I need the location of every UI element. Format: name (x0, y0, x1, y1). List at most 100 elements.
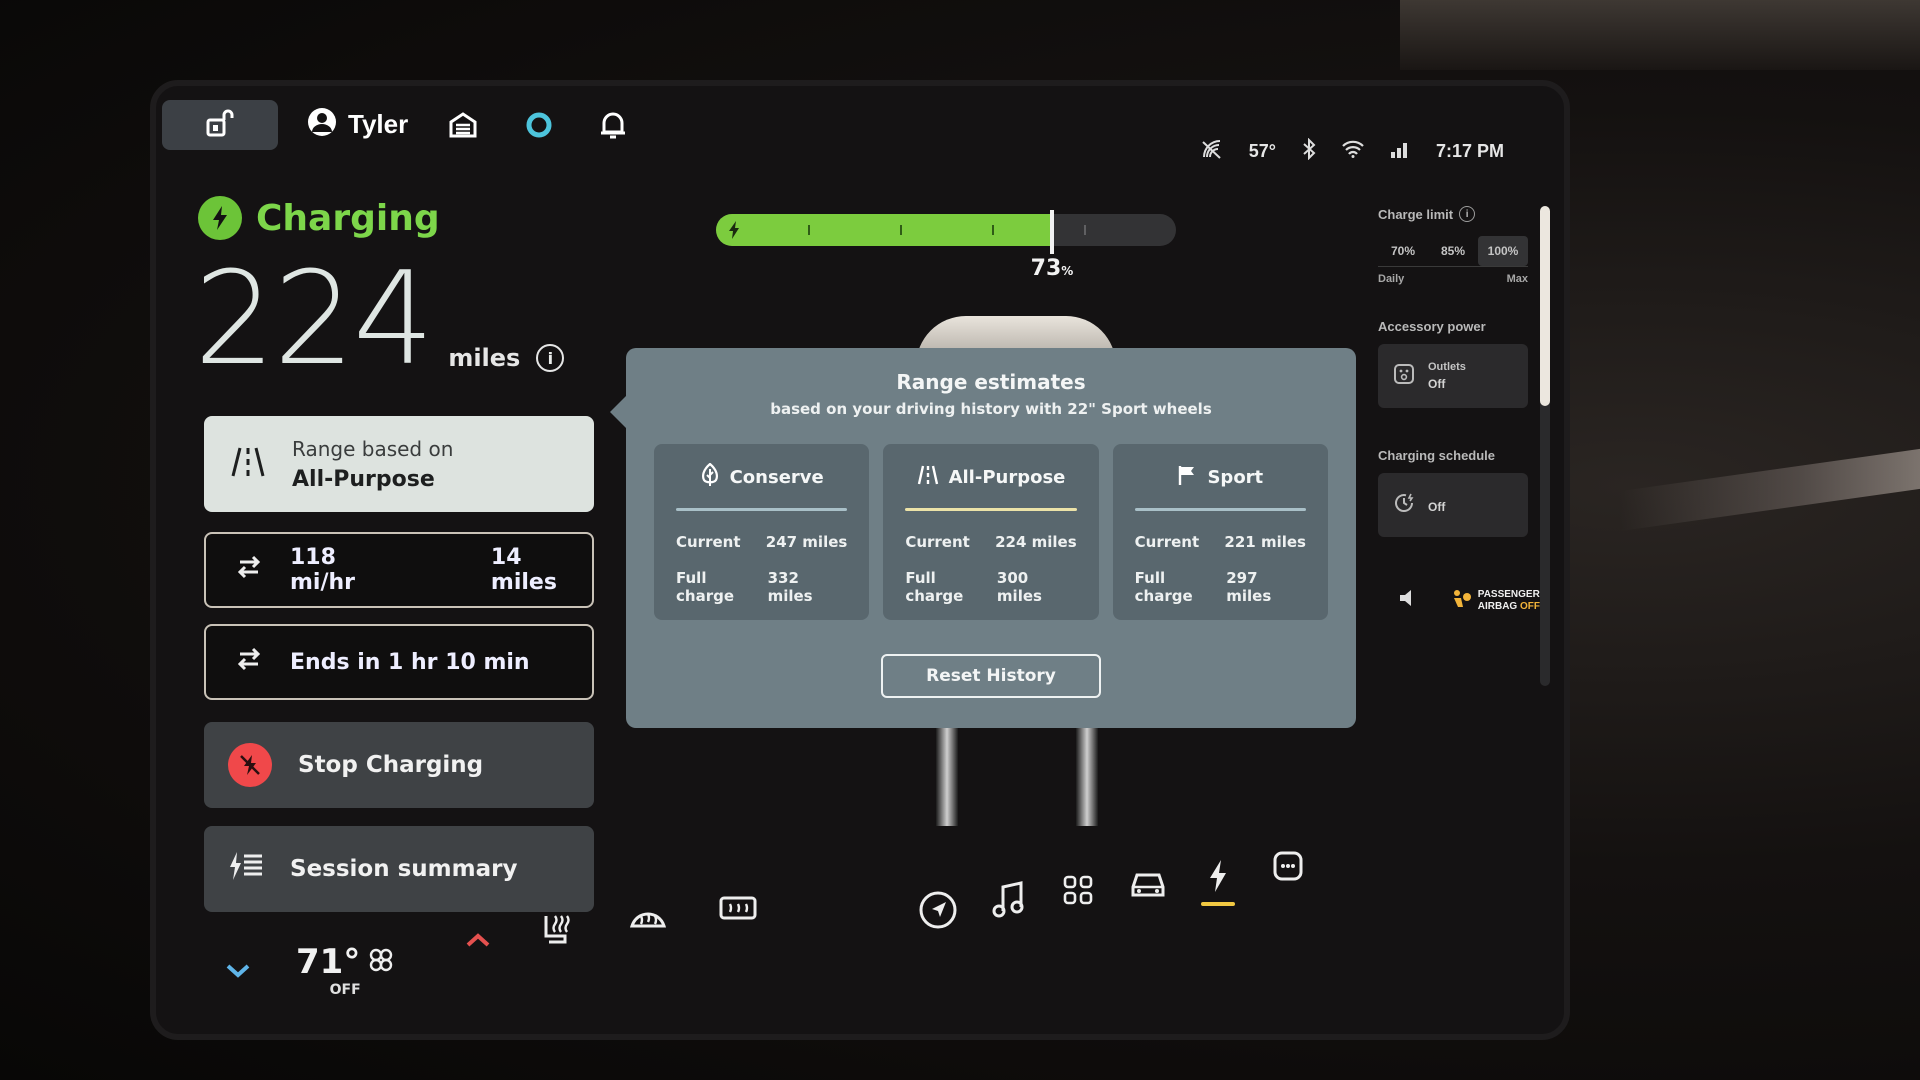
bolt-icon (728, 221, 740, 243)
session-summary-label: Session summary (290, 856, 518, 882)
volume-icon[interactable] (1398, 587, 1420, 614)
charging-status-label: Charging (256, 197, 440, 239)
charge-tick (808, 225, 810, 235)
charge-limit-option-selected[interactable]: 100% (1478, 236, 1528, 266)
dashboard-top-trim (1400, 0, 1920, 70)
airbag-label-1: PASSENGER (1477, 588, 1540, 600)
range-mode-button[interactable]: Range based on All-Purpose (204, 416, 594, 512)
charging-settings-panel: Charge limit i 70% 85% 100% Daily Max Ac… (1378, 206, 1528, 537)
charge-end-card[interactable]: Ends in 1 hr 10 min (204, 624, 594, 700)
reset-history-button[interactable]: Reset History (881, 654, 1101, 698)
cabin-temperature: 71° (296, 942, 361, 982)
music-icon (991, 881, 1025, 923)
rear-defrost-icon (718, 894, 758, 930)
infotainment-screen: Tyler 57° 7:17 PM Charging 224 miles i R… (150, 80, 1570, 1040)
leaf-icon (700, 462, 720, 492)
charge-level-marker (1050, 210, 1054, 254)
schedule-clock-icon (1392, 491, 1416, 520)
climate-expand-button[interactable] (216, 950, 260, 994)
front-defrost-button[interactable] (626, 900, 670, 944)
range-mode-conserve[interactable]: Conserve Current 247 miles Full charge 332… (654, 444, 870, 620)
charge-percent-suffix: % (1061, 264, 1074, 278)
current-value: 221 miles (1224, 533, 1306, 551)
range-mode-cards: Conserve Current 247 miles Full charge 332… (654, 444, 1328, 620)
notifications-button[interactable] (596, 110, 630, 144)
dock-vehicle[interactable] (1126, 864, 1170, 908)
notification-bell-icon (599, 110, 627, 144)
charge-rate-card[interactable]: 118 mi/hr 14 miles (204, 532, 594, 608)
bluetooth-icon (1302, 137, 1316, 165)
charge-limit-option[interactable]: 85% (1428, 236, 1478, 266)
stop-charging-button[interactable]: Stop Charging (204, 722, 594, 808)
charge-limit-info-icon[interactable]: i (1459, 206, 1476, 222)
bottom-dock: 71° OFF (156, 851, 1564, 1034)
seat-heat-button[interactable] (536, 910, 580, 954)
airbag-label-2: AIRBAG (1477, 600, 1518, 612)
top-bar: Tyler 57° 7:17 PM (156, 86, 1564, 176)
outlets-label: Outlets (1428, 361, 1466, 373)
assistant-button[interactable] (522, 110, 556, 144)
current-label: Current (1134, 533, 1200, 551)
lock-button[interactable] (162, 100, 278, 150)
current-value: 247 miles (765, 533, 848, 551)
chevron-down-icon (224, 960, 252, 984)
current-label: Current (905, 533, 970, 551)
stop-charging-label: Stop Charging (298, 752, 484, 778)
accessory-power-label: Accessory power (1378, 319, 1486, 334)
max-label: Max (1506, 273, 1528, 285)
vehicle-render-detail (936, 726, 958, 826)
fan-icon (368, 947, 394, 977)
charge-percent: 73% (1031, 256, 1074, 281)
session-summary-icon (228, 850, 264, 888)
garage-icon (448, 110, 478, 144)
passenger-airbag-indicator: PASSENGER AIRBAG OFF (1398, 587, 1540, 614)
range-mode-all-purpose[interactable]: All-Purpose Current 224 miles Full charge… (883, 444, 1099, 620)
settings-scrollbar[interactable] (1540, 206, 1550, 686)
outlet-icon (1392, 362, 1416, 391)
range-estimates-popover: Range estimates based on your driving hi… (610, 348, 1356, 728)
dock-active-indicator (1201, 902, 1235, 906)
mode-divider-selected (905, 508, 1077, 511)
scrollbar-thumb[interactable] (1540, 206, 1550, 406)
climate-control[interactable]: 71° OFF (296, 942, 394, 998)
charging-schedule-toggle[interactable]: Off (1378, 473, 1528, 537)
charging-icon (1206, 858, 1230, 898)
full-charge-label: Full charge (905, 569, 964, 605)
range-mode-sport[interactable]: Sport Current 221 miles Full charge 297 mi… (1112, 444, 1328, 620)
charging-schedule-value: Off (1428, 500, 1446, 514)
apps-icon (1062, 874, 1094, 910)
dock-apps[interactable] (1056, 870, 1100, 914)
dock-charging[interactable] (1196, 856, 1240, 900)
charge-limit-label: Charge limit (1378, 206, 1454, 222)
range-mode-value: All-Purpose (292, 466, 435, 492)
full-charge-value: 300 miles (996, 569, 1042, 605)
dock-navigation[interactable] (916, 890, 960, 934)
navigation-icon (918, 890, 958, 934)
wifi-icon (1342, 140, 1364, 163)
range-readout: 224 miles i (194, 256, 565, 384)
road-icon (917, 464, 939, 491)
daily-label: Daily (1378, 273, 1405, 285)
outlets-toggle[interactable]: Outlets Off (1378, 344, 1528, 408)
road-icon (230, 444, 266, 484)
range-estimates-subtitle: based on your driving history with 22" S… (770, 400, 1212, 418)
charge-limit-option[interactable]: 70% (1378, 236, 1428, 266)
airbag-state: OFF (1520, 600, 1540, 612)
vehicle-icon (1129, 869, 1167, 903)
profile-button[interactable]: Tyler (306, 106, 408, 142)
charge-tick (900, 225, 902, 235)
garage-button[interactable] (446, 110, 480, 144)
connectivity-off-icon (1201, 138, 1223, 165)
dock-music[interactable] (986, 880, 1030, 924)
miles-added: 14 miles (490, 545, 557, 595)
charging-status: Charging (198, 196, 440, 240)
rear-defrost-button[interactable] (716, 890, 760, 934)
full-charge-value: 297 miles (1226, 569, 1272, 605)
profile-icon (306, 106, 338, 142)
range-info-icon[interactable]: i (536, 344, 565, 372)
temperature-up-button[interactable] (456, 920, 500, 964)
mode-name: Sport (1207, 466, 1264, 488)
charge-ends-in: Ends in 1 hr 10 min (290, 649, 530, 675)
dock-camera[interactable] (1266, 846, 1310, 890)
chevron-up-icon (465, 931, 491, 953)
